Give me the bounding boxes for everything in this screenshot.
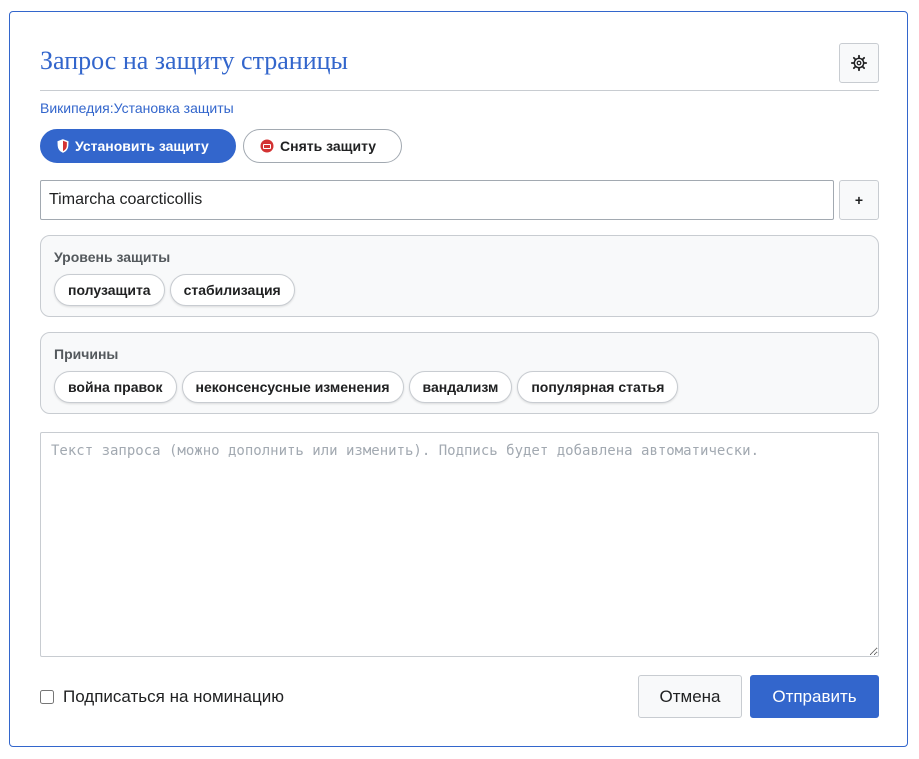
reason-option[interactable]: война правок: [54, 371, 177, 403]
gear-icon: [850, 54, 868, 72]
reason-option[interactable]: неконсенсусные изменения: [181, 371, 404, 403]
reason-option[interactable]: вандализм: [408, 371, 513, 403]
protection-level-section: Уровень защиты полузащита стабилизация: [40, 235, 879, 317]
request-text-area[interactable]: [40, 432, 879, 657]
set-protection-button[interactable]: Установить защиту: [40, 129, 236, 163]
title-divider: [40, 90, 879, 91]
protection-policy-link[interactable]: Википедия:Установка защиты: [40, 100, 234, 116]
cancel-button[interactable]: Отмена: [638, 675, 742, 718]
send-button[interactable]: Отправить: [750, 675, 879, 718]
shield-icon: [57, 139, 69, 153]
subscribe-option[interactable]: Подписаться на номинацию: [40, 687, 284, 707]
protection-level-label: Уровень защиты: [54, 249, 171, 265]
subscribe-checkbox[interactable]: [40, 690, 54, 704]
set-protection-label: Установить защиту: [75, 138, 209, 154]
subscribe-label: Подписаться на номинацию: [63, 687, 284, 706]
remove-protection-label: Снять защиту: [280, 138, 377, 154]
reason-options: война правок неконсенсусные изменения ва…: [54, 371, 679, 403]
protection-level-option[interactable]: полузащита: [54, 274, 165, 306]
add-page-button[interactable]: +: [839, 180, 879, 220]
dialog-title: Запрос на защиту страницы: [40, 46, 349, 75]
page-title-input[interactable]: [40, 180, 834, 220]
remove-protection-button[interactable]: Снять защиту: [243, 129, 402, 163]
unlock-icon: [260, 139, 274, 153]
protection-level-option[interactable]: стабилизация: [169, 274, 295, 306]
reason-option[interactable]: популярная статья: [517, 371, 679, 403]
protection-request-dialog: Запрос на защиту страницы Википедия:Уста…: [9, 11, 908, 747]
protection-level-options: полузащита стабилизация: [54, 274, 295, 306]
settings-button[interactable]: [839, 43, 879, 83]
reasons-section: Причины война правок неконсенсусные изме…: [40, 332, 879, 414]
reasons-label: Причины: [54, 346, 119, 362]
